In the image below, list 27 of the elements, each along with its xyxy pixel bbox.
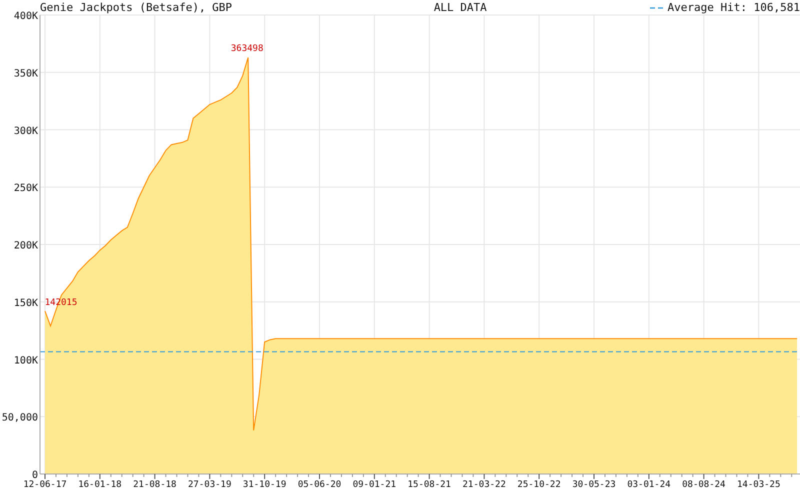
- y-tick-label: 200K: [14, 240, 38, 252]
- x-tick-label: 08-08-24: [682, 480, 726, 490]
- x-tick-label: 05-06-20: [298, 480, 342, 490]
- x-tick-label: 16-01-18: [78, 480, 122, 490]
- x-tick-label: 21-03-22: [462, 480, 506, 490]
- range-label: ALL DATA: [434, 1, 487, 14]
- y-tick-label: 300K: [14, 126, 38, 137]
- x-tick-label: 27-03-19: [188, 480, 232, 490]
- y-tick-label: 100K: [14, 355, 38, 366]
- legend-label: Average Hit: 106,581: [668, 1, 800, 14]
- x-tick-label: 30-05-23: [572, 480, 616, 490]
- y-tick-label: 50,000: [2, 412, 38, 424]
- x-tick-label: 03-01-24: [627, 480, 671, 490]
- x-tick-label: 14-03-25: [737, 480, 780, 490]
- value-label: 363498: [230, 44, 264, 54]
- x-tick-label: 31-10-19: [242, 480, 286, 490]
- y-tick-label: 400K: [14, 11, 38, 22]
- x-tick-label: 12-06-17: [23, 480, 67, 490]
- y-tick-label: 150K: [14, 298, 38, 309]
- chart-title: Genie Jackpots (Betsafe), GBP: [40, 1, 232, 14]
- y-tick-label: 350K: [14, 68, 38, 80]
- y-tick-label: 250K: [14, 183, 38, 194]
- x-tick-label: 21-08-18: [133, 480, 176, 490]
- y-tick-label: 0: [32, 470, 38, 481]
- x-tick-label: 25-10-22: [517, 480, 561, 490]
- x-tick-label: 15-08-21: [408, 480, 451, 490]
- x-tick-label: 09-01-21: [352, 480, 396, 490]
